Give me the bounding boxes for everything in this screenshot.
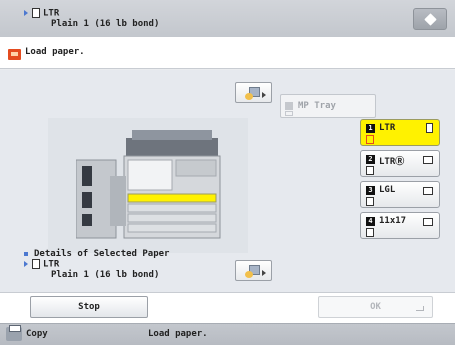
details-settings-button[interactable] — [235, 260, 272, 281]
status-mode: Copy — [26, 329, 48, 339]
copier-illustration-area — [48, 118, 248, 253]
paper-icon — [285, 111, 293, 116]
settings-icon — [245, 265, 260, 278]
legend-dot-icon — [24, 251, 28, 256]
return-icon — [416, 306, 424, 311]
current-paper-type: Plain 1 (16 lb bond) — [51, 18, 160, 29]
bullet-arrow-icon — [24, 10, 28, 16]
message-bar: Load paper. — [0, 37, 455, 69]
copy-icon — [6, 325, 22, 341]
paper-icon — [32, 259, 40, 269]
paper-type-icon — [366, 135, 374, 144]
tray-label: 11x17 — [379, 216, 407, 226]
selected-paper-details: Details of Selected Paper LTR Plain 1 (1… — [24, 249, 169, 280]
paper-warning-icon — [8, 49, 21, 60]
status-bar: Copy Load paper. — [0, 323, 455, 345]
action-bar: Stop OK — [0, 292, 455, 323]
tray-1-button[interactable]: 1 LTR — [360, 119, 440, 146]
arrow-right-icon — [262, 92, 266, 98]
cube-icon — [424, 13, 437, 26]
arrow-right-icon — [262, 270, 266, 276]
legend-paper-type: Plain 1 (16 lb bond) — [51, 269, 160, 280]
mp-tray-label: MP Tray — [298, 101, 336, 111]
landscape-orientation-icon — [423, 218, 433, 226]
screen: Load paper. LTR Plain 1 (16 lb bond) MP … — [0, 0, 455, 345]
ok-label: OK — [370, 302, 381, 312]
tray-number: 4 — [366, 217, 375, 226]
landscape-orientation-icon — [423, 187, 433, 195]
paper-settings-button[interactable] — [235, 82, 272, 103]
paper-type-icon — [366, 197, 374, 206]
tray-4-button[interactable]: 4 11x17 — [360, 212, 440, 239]
status-message: Load paper. — [148, 329, 208, 339]
paper-type-icon — [366, 166, 374, 175]
tray-number: 2 — [366, 155, 375, 164]
bullet-arrow-icon — [24, 261, 28, 267]
tray-2-button[interactable]: 2 LTRⓇ — [360, 150, 440, 177]
mp-tray-button[interactable]: MP Tray — [280, 94, 376, 118]
paper-icon — [32, 8, 40, 18]
tray-label: LGL — [379, 185, 396, 195]
paper-type-icon — [366, 228, 374, 237]
tray-number: 1 — [366, 124, 375, 133]
stop-button[interactable]: Stop — [30, 296, 148, 318]
cube-button[interactable] — [413, 8, 447, 30]
message-text: Load paper. — [25, 47, 85, 57]
tray-label: LTR — [379, 123, 396, 133]
copier-illustration — [76, 130, 221, 239]
legend-title: Details of Selected Paper — [34, 249, 170, 259]
portrait-orientation-icon — [426, 123, 433, 133]
current-paper: LTR Plain 1 (16 lb bond) — [24, 8, 159, 29]
legend-paper-size: LTR — [43, 259, 60, 270]
current-paper-size: LTR — [43, 8, 60, 19]
tray-number: 3 — [366, 186, 375, 195]
landscape-orientation-icon — [423, 156, 433, 164]
settings-icon — [245, 87, 260, 100]
ok-button[interactable]: OK — [318, 296, 433, 318]
tray-3-button[interactable]: 3 LGL — [360, 181, 440, 208]
tray-icon — [285, 102, 293, 110]
tray-label: LTRⓇ — [379, 157, 405, 167]
